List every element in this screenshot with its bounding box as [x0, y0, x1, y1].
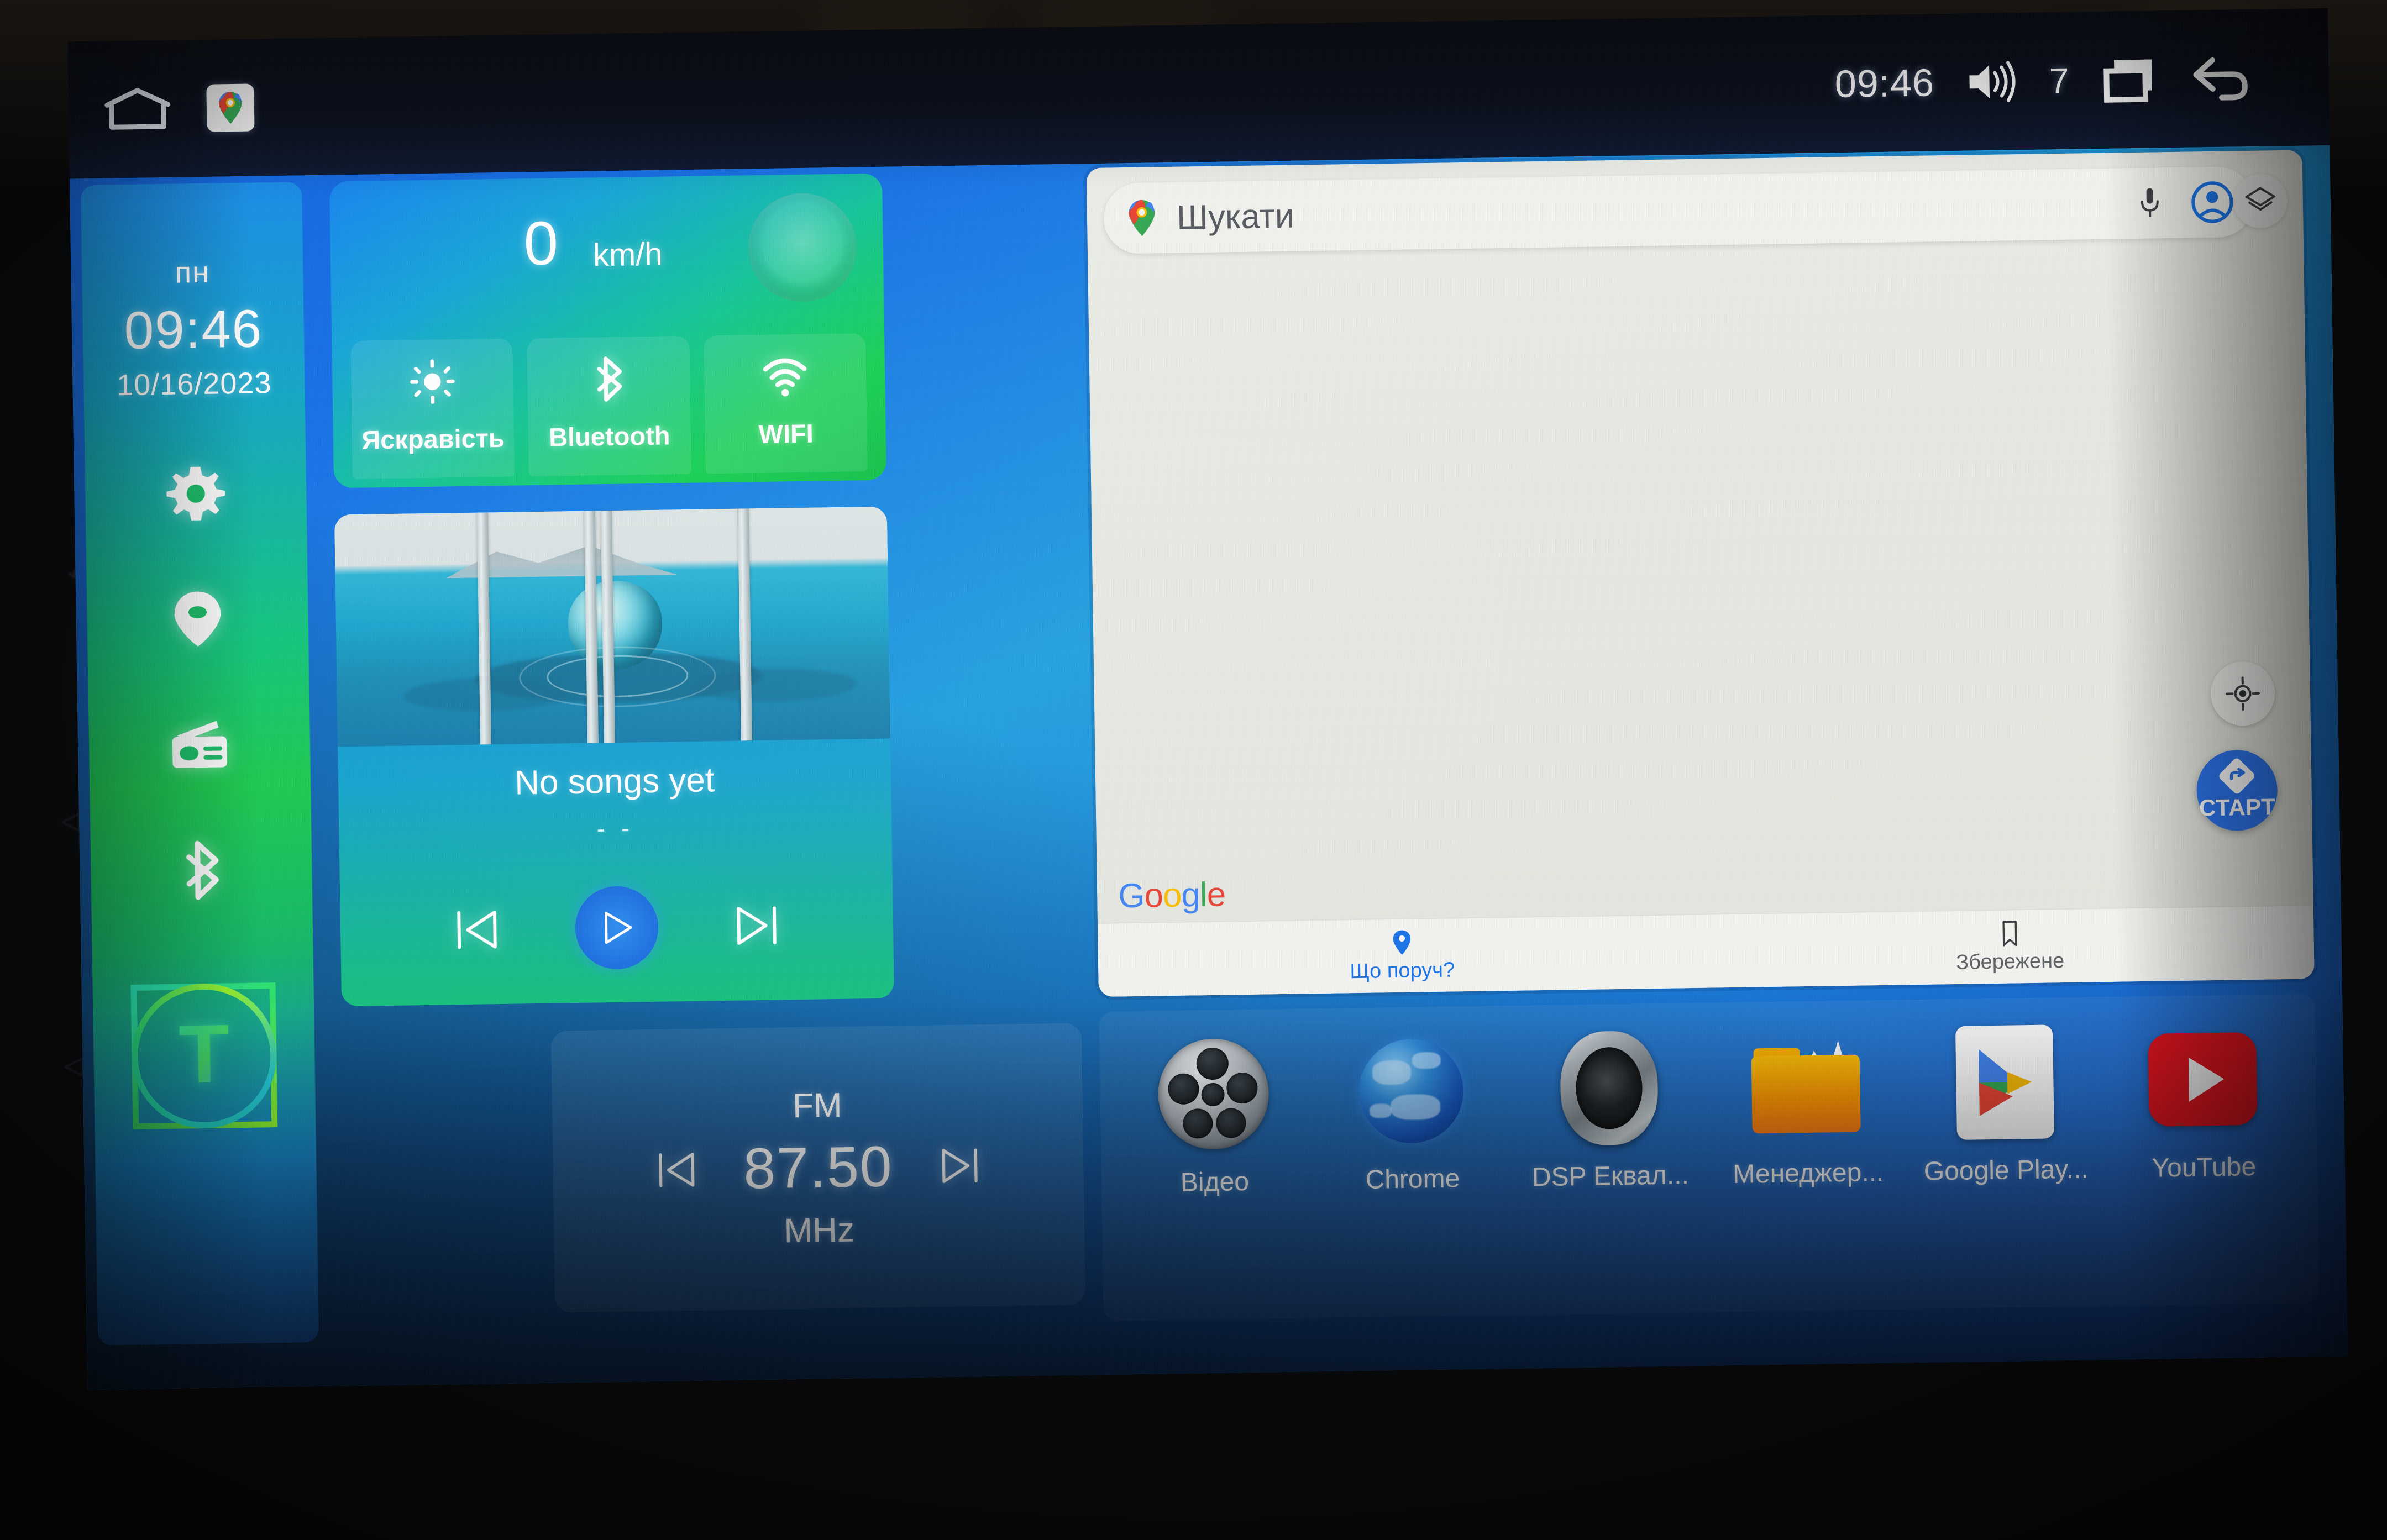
- app-youtube-label: YouTube: [2152, 1152, 2257, 1183]
- volume-level: 7: [2049, 60, 2070, 101]
- brand-logo-button[interactable]: T: [130, 982, 278, 1129]
- google-maps-pin-icon: [1122, 198, 1162, 238]
- rail-weekday: пн: [175, 255, 211, 290]
- google-logo-e: e: [1206, 875, 1226, 914]
- bookmark-icon: [1996, 920, 2023, 947]
- navigation-diamond-icon: [2219, 758, 2255, 794]
- music-subtitle: - -: [596, 813, 634, 843]
- quick-settings-card: 0 km/h Яскравість Bluetooth WIFI: [329, 173, 887, 488]
- tune-down-icon[interactable]: [652, 1145, 701, 1195]
- art-ripple: [518, 645, 717, 709]
- radio-icon[interactable]: [169, 713, 230, 775]
- toggle-brightness[interactable]: Яскравість: [350, 338, 515, 479]
- art-post: [584, 511, 599, 743]
- app-chrome[interactable]: Chrome: [1322, 1031, 1501, 1196]
- home-icon[interactable]: [101, 87, 174, 132]
- fm-radio-card: FM 87.50 MHz: [550, 1023, 1086, 1313]
- toggle-brightness-label: Яскравість: [361, 423, 505, 455]
- google-logo-g2: g: [1181, 876, 1200, 914]
- wifi-icon: [762, 353, 809, 400]
- speed-unit: km/h: [592, 236, 663, 274]
- art-post: [737, 508, 753, 741]
- back-arrow-icon[interactable]: [2190, 54, 2252, 103]
- toggle-wifi[interactable]: WIFI: [703, 333, 868, 474]
- bluetooth-icon: [585, 355, 632, 402]
- maps-search-input[interactable]: Шукати: [1177, 184, 2133, 238]
- globe-browser-icon: [1352, 1032, 1471, 1150]
- tune-up-icon[interactable]: [936, 1141, 985, 1190]
- app-file-manager[interactable]: Менеджер...: [1718, 1026, 1897, 1190]
- google-maps-shortcut[interactable]: [206, 83, 255, 132]
- app-google-play-label: Google Play...: [1923, 1154, 2089, 1186]
- maps-saved-button[interactable]: Збережене: [1706, 916, 2314, 978]
- app-google-play[interactable]: Google Play...: [1916, 1022, 2095, 1187]
- app-dsp-equalizer[interactable]: DSP Еквал...: [1520, 1028, 1699, 1193]
- app-video-label: Відео: [1180, 1166, 1250, 1197]
- start-navigation-button[interactable]: СТАРТ: [2196, 749, 2278, 832]
- app-dock: Відео Chrome DSP Еквал... Менеджер... Go…: [1099, 994, 2320, 1321]
- play-button[interactable]: [574, 885, 659, 970]
- youtube-icon: [2143, 1020, 2262, 1139]
- skip-previous-icon[interactable]: [449, 902, 503, 957]
- film-reel-icon: [1154, 1034, 1273, 1153]
- google-logo-o2: o: [1162, 876, 1182, 915]
- speedometer-row: 0 km/h: [329, 174, 884, 342]
- rail-clock: 09:46: [123, 299, 263, 361]
- toggle-bluetooth-label: Bluetooth: [548, 421, 670, 452]
- home-screen: пн 09:46 10/16/2023 T 0 km/h Яскравість …: [69, 145, 2348, 1390]
- quick-toggle-row: Яскравість Bluetooth WIFI: [350, 333, 868, 479]
- music-controls: [340, 882, 894, 973]
- volume-icon[interactable]: [1966, 59, 2017, 104]
- app-youtube[interactable]: YouTube: [2113, 1019, 2292, 1184]
- google-logo-o1: o: [1143, 876, 1163, 915]
- fm-band-label: FM: [792, 1086, 843, 1125]
- settings-gear-icon[interactable]: [165, 461, 227, 523]
- music-title: No songs yet: [514, 761, 715, 802]
- app-dsp-label: DSP Еквал...: [1531, 1160, 1690, 1192]
- account-avatar-icon[interactable]: [2190, 180, 2234, 224]
- speed-dial-gauge[interactable]: [747, 192, 858, 303]
- skip-next-icon[interactable]: [730, 898, 784, 953]
- toggle-bluetooth[interactable]: Bluetooth: [527, 335, 691, 477]
- app-file-manager-label: Менеджер...: [1733, 1157, 1884, 1189]
- album-art: [334, 506, 890, 747]
- lcd-screen: 09:46 7 пн 09:46 10/16/2023 T 0 km/h Яск…: [67, 8, 2348, 1390]
- start-navigation-label: СТАРТ: [2199, 793, 2276, 821]
- left-rail: пн 09:46 10/16/2023 T: [80, 182, 319, 1345]
- google-watermark: Google: [1118, 875, 1226, 916]
- google-play-icon: [1945, 1023, 2064, 1142]
- speed-value: 0: [523, 208, 559, 278]
- status-bar-clock: 09:46: [1834, 61, 1935, 106]
- google-maps-icon: [219, 92, 242, 124]
- maps-saved-label: Збережене: [1955, 949, 2065, 974]
- app-chrome-label: Chrome: [1365, 1164, 1460, 1195]
- google-maps-widget: Шукати Google СТАРТ Що поруч? Збережене: [1086, 150, 2315, 997]
- fm-frequency: 87.50: [743, 1134, 894, 1201]
- logo-letter: T: [178, 1007, 230, 1101]
- recent-apps-icon[interactable]: [2101, 56, 2159, 103]
- toggle-wifi-label: WIFI: [758, 418, 814, 449]
- map-canvas[interactable]: [1086, 150, 2315, 997]
- photo-of-head-unit: ⏻ ⌂ ↶ ◁+ ◁-: [0, 0, 2387, 1540]
- maps-nearby-button[interactable]: Що поруч?: [1098, 924, 1706, 987]
- file-folder-icon: [1748, 1026, 1866, 1144]
- play-icon: [604, 912, 632, 944]
- maps-nearby-label: Що поруч?: [1350, 958, 1455, 983]
- google-logo-g1: G: [1118, 876, 1145, 916]
- fm-unit-label: MHz: [783, 1211, 855, 1250]
- rail-date: 10/16/2023: [116, 366, 272, 402]
- microphone-icon[interactable]: [2132, 186, 2167, 220]
- location-pin-icon[interactable]: [167, 587, 229, 649]
- art-post: [600, 510, 616, 743]
- bluetooth-icon[interactable]: [171, 839, 233, 901]
- map-pin-icon: [1388, 929, 1415, 956]
- speaker-icon: [1550, 1029, 1669, 1148]
- brightness-icon: [408, 358, 455, 405]
- music-player-card: No songs yet - -: [334, 506, 894, 1007]
- app-video[interactable]: Відео: [1124, 1034, 1303, 1199]
